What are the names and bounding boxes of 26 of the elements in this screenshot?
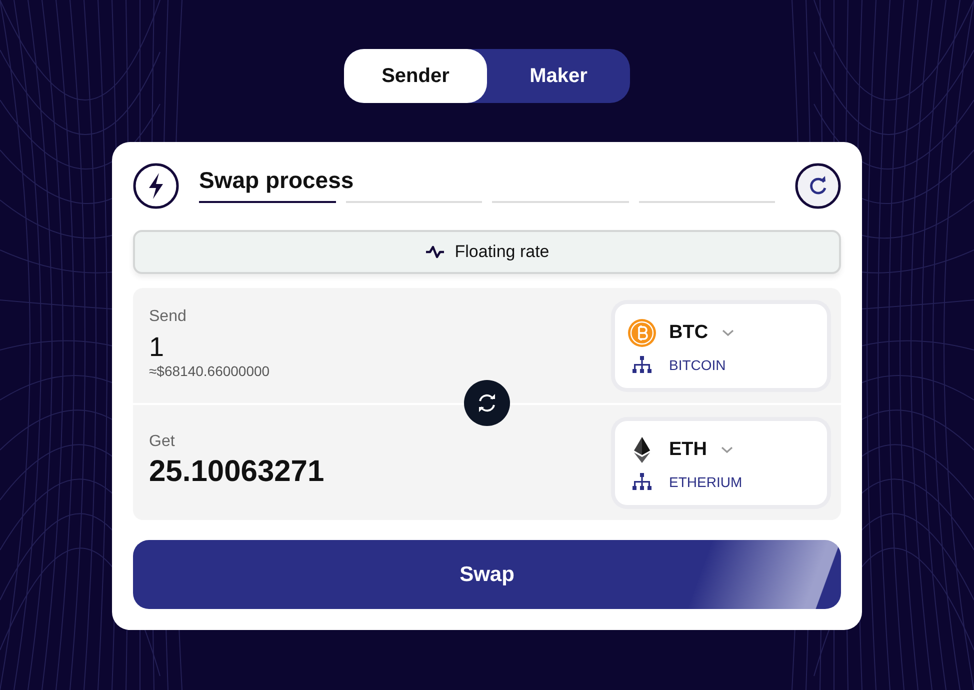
- swap-button[interactable]: Swap: [133, 540, 841, 609]
- pulse-icon: [424, 245, 445, 259]
- coin-selector[interactable]: BTC BITCOIN: [615, 304, 827, 388]
- card-title: Swap process: [199, 167, 355, 195]
- network-icon: [632, 472, 652, 490]
- mode-tab[interactable]: Maker: [487, 49, 630, 103]
- amount-value[interactable]: 25.10063271: [149, 455, 324, 489]
- usd-estimate: ≈$68140.66000000: [149, 363, 270, 379]
- network-name: ETHERIUM: [669, 474, 742, 490]
- coin-selector[interactable]: ETH ETHERIUM: [615, 420, 827, 504]
- rate-bar[interactable]: Floating rate: [133, 230, 841, 274]
- chevron-down-icon: [722, 328, 734, 336]
- lightning-icon: [133, 163, 179, 209]
- bitcoin-icon: [627, 318, 657, 348]
- coin-symbol: ETH: [669, 438, 707, 460]
- refresh-icon[interactable]: [795, 163, 841, 209]
- network-name: BITCOIN: [669, 356, 726, 372]
- row-label: Send: [149, 308, 188, 326]
- coin-symbol: BTC: [669, 322, 708, 344]
- rate-label: Floating rate: [454, 242, 550, 262]
- network-icon: [632, 356, 652, 374]
- chevron-down-icon: [721, 446, 733, 454]
- row-label: Get: [149, 433, 176, 451]
- amount-value[interactable]: 1: [149, 332, 270, 363]
- swap-direction-icon[interactable]: [464, 380, 510, 426]
- mode-tab[interactable]: Sender: [344, 49, 487, 103]
